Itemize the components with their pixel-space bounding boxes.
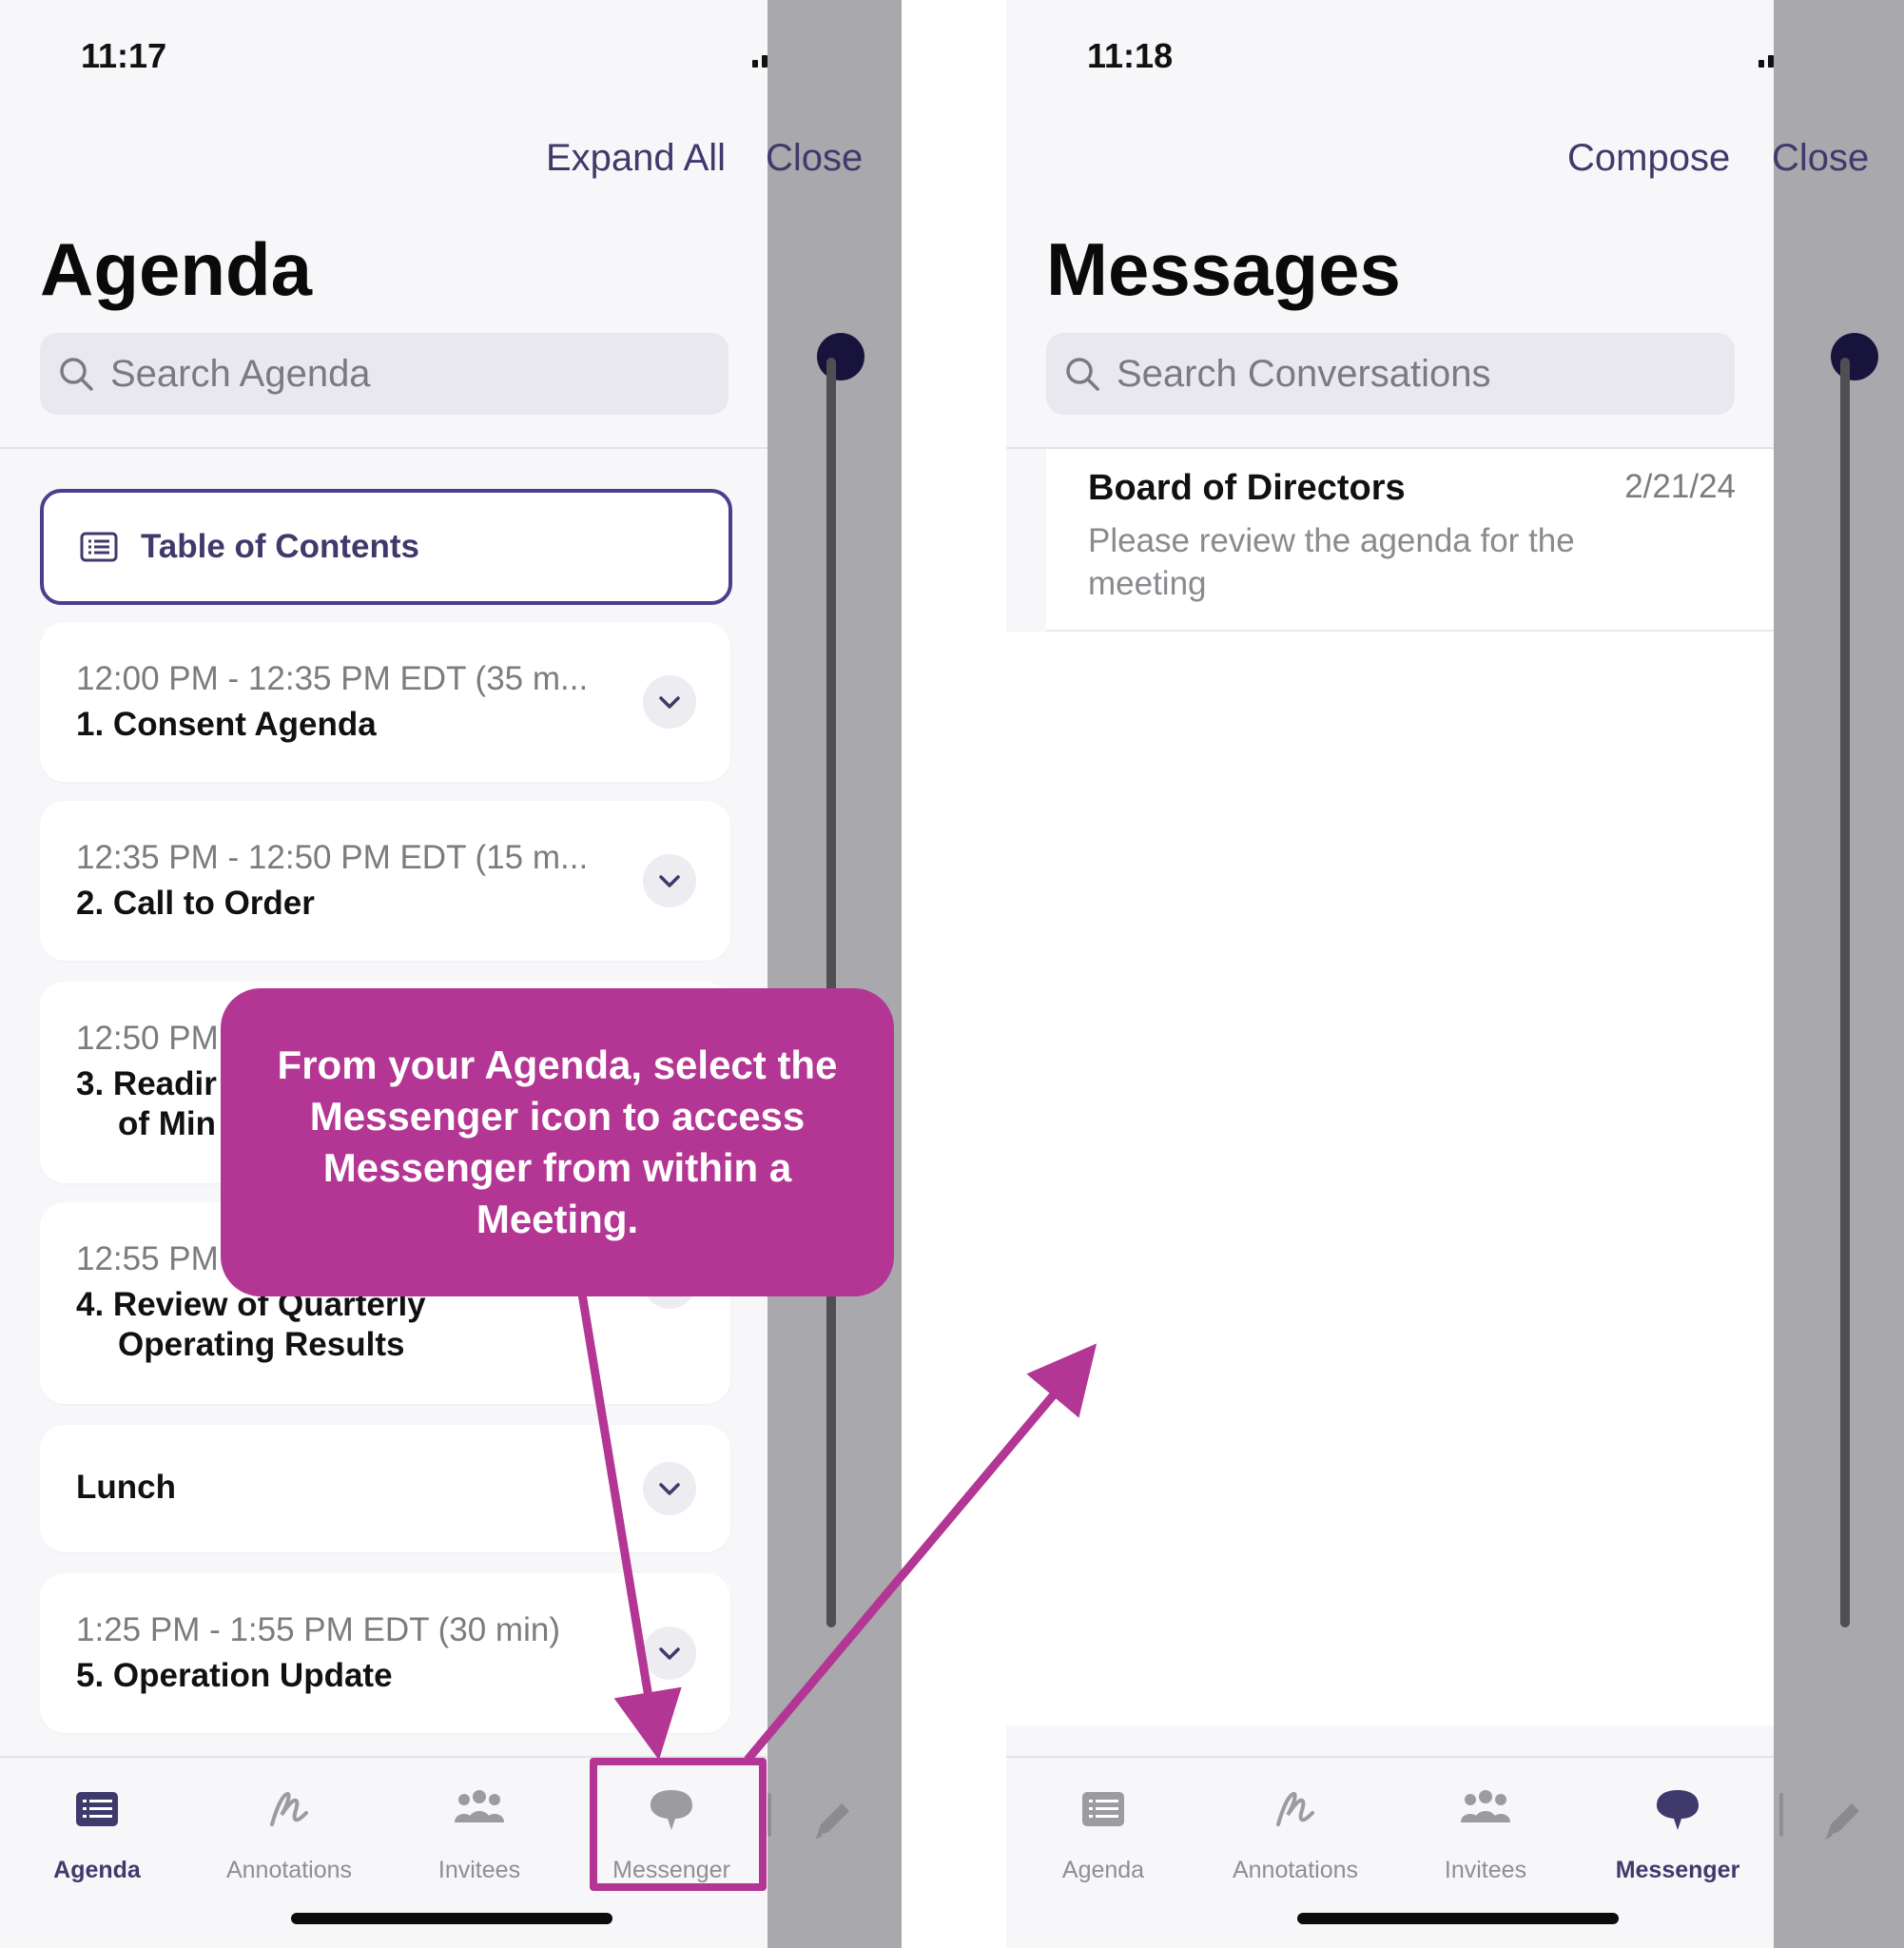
- search-input[interactable]: Search Agenda: [40, 333, 729, 415]
- agenda-icon: [1082, 1792, 1124, 1826]
- agenda-icon: [76, 1792, 118, 1826]
- page-title: Agenda: [40, 227, 313, 311]
- search-placeholder: Search Conversations: [1117, 352, 1491, 395]
- scrubber-track[interactable]: [1840, 358, 1850, 1627]
- toolbar-separator: [767, 1793, 771, 1837]
- conversation-preview: Please review the agenda for the meeting: [1088, 522, 1575, 602]
- search-placeholder: Search Agenda: [110, 352, 371, 395]
- search-icon: [60, 358, 93, 391]
- agenda-item-title: 1. Consent Agenda: [76, 706, 377, 743]
- invitees-icon: [1461, 1790, 1510, 1822]
- tab-label: Agenda: [1061, 1857, 1145, 1883]
- agenda-item-1[interactable]: 12:00 PM - 12:35 PM EDT (35 m... 1. Cons…: [40, 622, 730, 782]
- tab-annotations[interactable]: Annotations: [1219, 1786, 1371, 1891]
- chevron-down-icon[interactable]: [643, 1462, 696, 1515]
- tab-agenda[interactable]: Agenda: [1027, 1786, 1179, 1891]
- tab-label: Messenger: [1615, 1857, 1740, 1883]
- empty-message-area: [1006, 632, 1774, 1725]
- callout-text: From your Agenda, select the Messenger i…: [277, 1042, 838, 1241]
- search-input[interactable]: Search Conversations: [1046, 333, 1735, 415]
- compose-button[interactable]: Compose: [1567, 137, 1730, 180]
- signal-icon: [1758, 43, 1774, 68]
- page-title: Messages: [1046, 227, 1401, 311]
- tab-label: Annotations: [225, 1857, 353, 1883]
- agenda-item-title: 3. Readir: [76, 1065, 217, 1102]
- tab-messenger[interactable]: Messenger: [1602, 1786, 1754, 1891]
- agenda-item-2[interactable]: 12:35 PM - 12:50 PM EDT (15 m... 2. Call…: [40, 801, 730, 961]
- pencil-icon[interactable]: [1816, 1794, 1869, 1847]
- tab-invitees[interactable]: Invitees: [403, 1786, 555, 1891]
- tab-annotations[interactable]: Annotations: [213, 1786, 365, 1891]
- agenda-item-5[interactable]: 1:25 PM - 1:55 PM EDT (30 min) 5. Operat…: [40, 1573, 730, 1733]
- scrubber-knob[interactable]: [1831, 333, 1878, 380]
- messages-sheet: 11:18 59 Compose Messages Search Convers…: [1006, 0, 1774, 1948]
- agenda-sheet: 11:17 59 Expand All Agenda Search Agenda: [0, 0, 767, 1948]
- status-icons: 59: [752, 42, 767, 68]
- close-button[interactable]: Close: [766, 137, 863, 180]
- dimmed-background: [767, 0, 902, 1948]
- toolbar-separator: [1779, 1793, 1783, 1837]
- status-time: 11:18: [1087, 36, 1174, 75]
- tab-label: Agenda: [53, 1857, 141, 1883]
- annotations-icon: [270, 1792, 308, 1826]
- table-of-contents-icon: [80, 532, 118, 562]
- agenda-item-title: Lunch: [76, 1469, 176, 1506]
- home-indicator: [1297, 1913, 1619, 1924]
- messages-phone-screen: 11:18 59 Compose Messages Search Convers…: [1006, 0, 1904, 1948]
- tab-invitees[interactable]: Invitees: [1409, 1786, 1562, 1891]
- agenda-item-time: 12:35 PM - 12:50 PM EDT (15 m...: [76, 839, 589, 876]
- chevron-down-icon[interactable]: [643, 854, 696, 907]
- chevron-down-icon[interactable]: [643, 1627, 696, 1680]
- agenda-item-lunch[interactable]: Lunch: [40, 1425, 730, 1552]
- signal-icon: [752, 43, 767, 68]
- agenda-item-title: 2. Call to Order: [76, 885, 315, 922]
- conversation-row[interactable]: Board of Directors 2/21/24 Please review…: [1046, 449, 1774, 632]
- agenda-item-title-continued: of Min: [118, 1105, 217, 1142]
- scrubber-knob[interactable]: [817, 333, 865, 380]
- status-icons: 59: [1758, 42, 1774, 68]
- agenda-phone-screen: 11:17 59 Expand All Agenda Search Agenda: [0, 0, 902, 1948]
- dimmed-background: [1774, 0, 1904, 1948]
- annotations-icon: [1276, 1792, 1314, 1826]
- table-of-contents-label: Table of Contents: [141, 528, 419, 565]
- agenda-item-time: 12:50 PM: [76, 1020, 219, 1057]
- messenger-tab-highlight: [590, 1758, 767, 1891]
- agenda-item-time: 12:00 PM - 12:35 PM EDT (35 m...: [76, 660, 589, 697]
- chevron-down-icon[interactable]: [643, 675, 696, 729]
- invitees-icon: [455, 1790, 504, 1822]
- tab-agenda[interactable]: Agenda: [21, 1786, 173, 1891]
- tab-label: Invitees: [437, 1857, 521, 1883]
- header-divider: [0, 447, 767, 449]
- agenda-item-time: 1:25 PM - 1:55 PM EDT (30 min): [76, 1611, 560, 1648]
- agenda-item-time: 12:55 PM: [76, 1240, 219, 1277]
- instruction-callout: From your Agenda, select the Messenger i…: [221, 988, 894, 1296]
- conversation-name: Board of Directors: [1088, 468, 1406, 508]
- table-of-contents-button[interactable]: Table of Contents: [40, 489, 732, 605]
- search-icon: [1066, 358, 1099, 391]
- conversation-date: 2/21/24: [1624, 468, 1736, 505]
- agenda-item-title-continued: Operating Results: [118, 1326, 405, 1363]
- home-indicator: [291, 1913, 612, 1924]
- tab-label: Annotations: [1232, 1857, 1359, 1883]
- tab-label: Invitees: [1444, 1857, 1527, 1883]
- status-time: 11:17: [81, 36, 167, 75]
- pencil-icon[interactable]: [806, 1794, 859, 1847]
- messenger-icon: [1657, 1790, 1699, 1830]
- close-button[interactable]: Close: [1772, 137, 1869, 180]
- expand-all-button[interactable]: Expand All: [546, 137, 726, 180]
- agenda-item-title: 5. Operation Update: [76, 1657, 393, 1694]
